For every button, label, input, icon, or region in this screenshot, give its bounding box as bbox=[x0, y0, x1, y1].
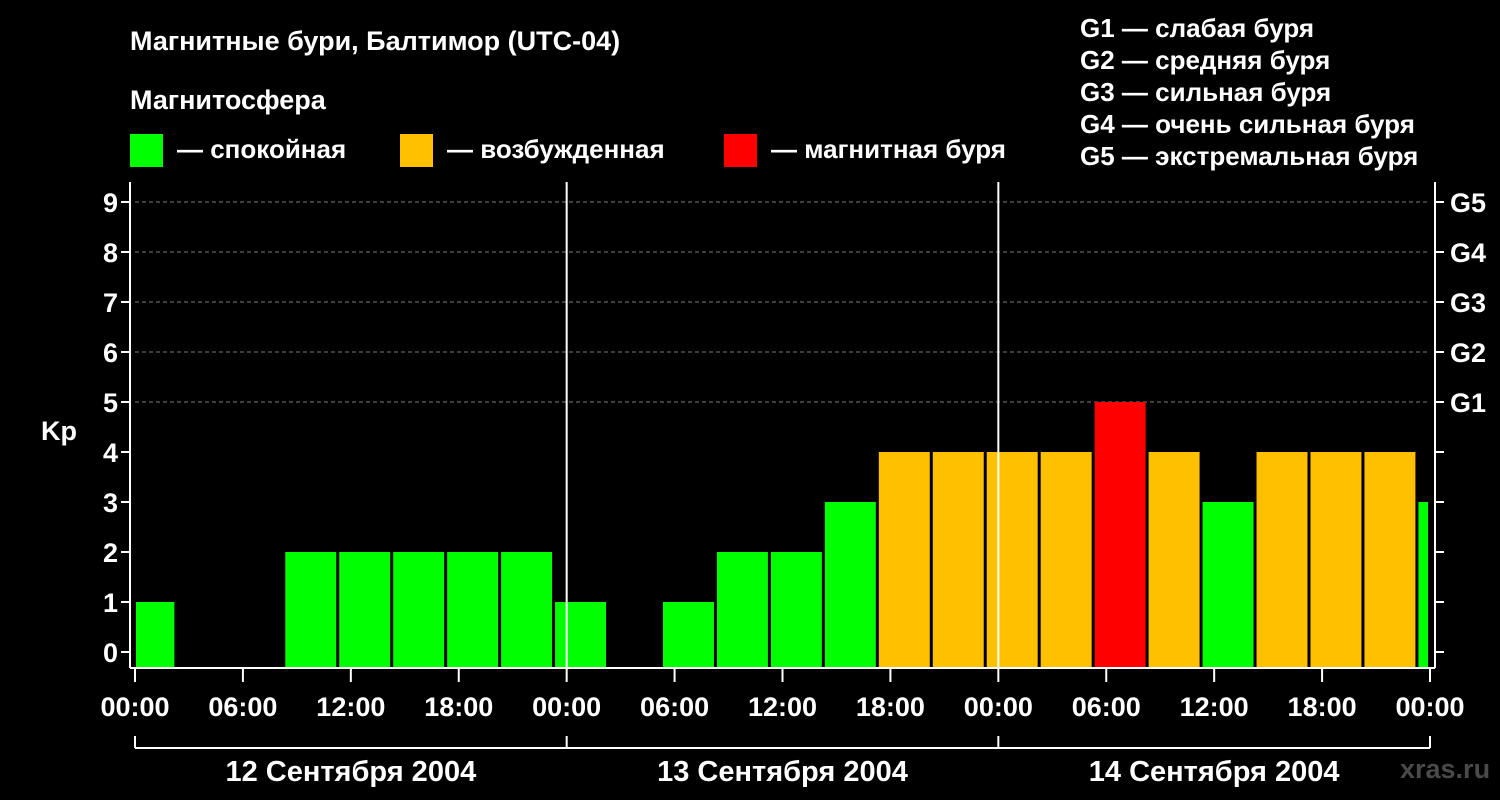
kp-bar bbox=[986, 452, 1038, 668]
g-scale-label: G1 bbox=[1450, 388, 1486, 418]
y-tick-label: 4 bbox=[103, 438, 118, 468]
x-tick-label: 00:00 bbox=[532, 692, 601, 722]
kp-bar bbox=[393, 552, 445, 668]
day-label: 14 Сентября 2004 bbox=[1089, 756, 1340, 788]
kp-bar bbox=[662, 602, 714, 668]
kp-bar bbox=[878, 452, 930, 668]
kp-bar bbox=[1418, 502, 1428, 668]
g-scale-label: G4 bbox=[1450, 238, 1486, 268]
kp-bar bbox=[555, 602, 607, 668]
legend-label-active: — возбужденная bbox=[447, 134, 665, 164]
kp-bar bbox=[932, 452, 984, 668]
x-tick-label: 18:00 bbox=[424, 692, 493, 722]
storm-scale-legend: G1 — слабая буря G2 — средняя буря G3 — … bbox=[1080, 13, 1418, 171]
kp-bar bbox=[770, 552, 822, 668]
y-tick-label: 7 bbox=[103, 288, 118, 318]
g-scale-label: G5 bbox=[1450, 188, 1486, 218]
y-tick-label: 5 bbox=[103, 388, 118, 418]
storm-legend-g2: G2 — средняя буря bbox=[1080, 45, 1330, 75]
x-tick-label: 06:00 bbox=[208, 692, 277, 722]
grid-lines bbox=[135, 201, 1430, 403]
chart-subtitle: Магнитосфера bbox=[130, 85, 327, 115]
kp-bar bbox=[824, 502, 876, 668]
y-tick-label: 1 bbox=[103, 588, 118, 618]
storm-legend-g5: G5 — экстремальная буря bbox=[1080, 141, 1418, 171]
y-tick-label: 9 bbox=[103, 188, 118, 218]
x-tick-label: 12:00 bbox=[748, 692, 817, 722]
x-tick-label: 00:00 bbox=[1395, 692, 1464, 722]
g-scale-label: G3 bbox=[1450, 288, 1486, 318]
g-scale-label: G2 bbox=[1450, 338, 1486, 368]
watermark: xras.ru bbox=[1400, 754, 1490, 784]
kp-bar bbox=[285, 552, 337, 668]
x-tick-label: 12:00 bbox=[1180, 692, 1249, 722]
kp-bar bbox=[447, 552, 499, 668]
y-tick-label: 0 bbox=[103, 638, 118, 668]
bars bbox=[136, 402, 1428, 668]
kp-bar bbox=[1094, 402, 1146, 668]
state-legend: — спокойная — возбужденная — магнитная б… bbox=[130, 134, 1006, 167]
y-tick-label: 3 bbox=[103, 488, 118, 518]
legend-swatch-active bbox=[400, 134, 433, 167]
y-axis-label: Kp bbox=[41, 416, 77, 446]
kp-bar bbox=[1256, 452, 1308, 668]
kp-bar bbox=[339, 552, 391, 668]
day-label: 13 Сентября 2004 bbox=[657, 756, 908, 788]
kp-chart: Магнитные бури, Балтимор (UTC-04) Магнит… bbox=[41, 13, 1490, 788]
y-tick-label: 8 bbox=[103, 238, 118, 268]
kp-bar bbox=[136, 602, 175, 668]
storm-legend-g1: G1 — слабая буря bbox=[1080, 13, 1314, 43]
y-tick-label: 2 bbox=[103, 538, 118, 568]
day-label: 12 Сентября 2004 bbox=[225, 756, 476, 788]
x-tick-label: 00:00 bbox=[100, 692, 169, 722]
storm-legend-g3: G3 — сильная буря bbox=[1080, 77, 1331, 107]
x-tick-label: 06:00 bbox=[640, 692, 709, 722]
kp-bar bbox=[501, 552, 553, 668]
x-tick-label: 06:00 bbox=[1072, 692, 1141, 722]
kp-bar bbox=[1364, 452, 1416, 668]
x-tick-label: 18:00 bbox=[1288, 692, 1357, 722]
kp-bar bbox=[1148, 452, 1200, 668]
y-tick-label: 6 bbox=[103, 338, 118, 368]
x-tick-label: 18:00 bbox=[856, 692, 925, 722]
legend-label-storm: — магнитная буря bbox=[771, 134, 1006, 164]
kp-bar bbox=[716, 552, 768, 668]
legend-swatch-quiet bbox=[130, 134, 163, 167]
kp-bar bbox=[1202, 502, 1254, 668]
legend-swatch-storm bbox=[724, 134, 757, 167]
kp-bar bbox=[1310, 452, 1362, 668]
legend-label-quiet: — спокойная bbox=[177, 134, 346, 164]
chart-title: Магнитные бури, Балтимор (UTC-04) bbox=[130, 26, 620, 56]
kp-bar bbox=[1040, 452, 1092, 668]
x-tick-label: 12:00 bbox=[316, 692, 385, 722]
storm-legend-g4: G4 — очень сильная буря bbox=[1080, 109, 1415, 139]
x-tick-label: 00:00 bbox=[964, 692, 1033, 722]
